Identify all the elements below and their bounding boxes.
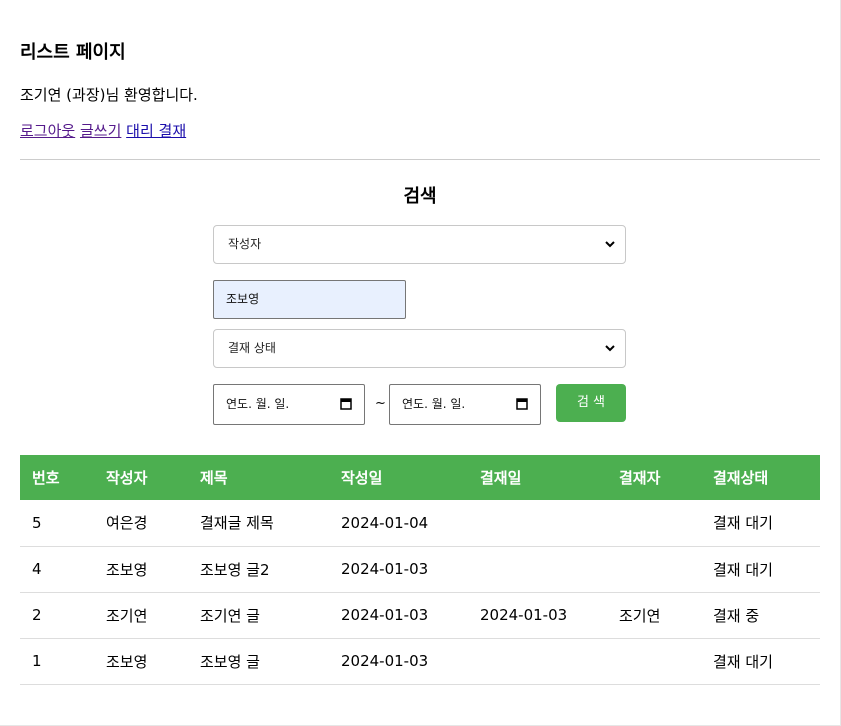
table-row[interactable]: 5 여은경 결재글 제목 2024-01-04 결재 대기 bbox=[20, 500, 820, 547]
page-title: 리스트 페이지 bbox=[20, 42, 126, 63]
cell-subject[interactable]: 조보영 글2 bbox=[188, 546, 329, 593]
status-select[interactable]: 결재 상태 bbox=[213, 329, 626, 368]
calendar-icon[interactable] bbox=[340, 385, 352, 440]
cell-number: 1 bbox=[20, 638, 94, 685]
chevron-down-icon bbox=[605, 226, 615, 278]
write-link[interactable]: 글쓰기 bbox=[80, 122, 121, 140]
welcome-message: 조기연 (과장)님 환영합니다. bbox=[20, 86, 198, 104]
cell-approver bbox=[607, 500, 701, 547]
cell-number: 2 bbox=[20, 592, 94, 639]
cell-approver: 조기연 bbox=[607, 592, 701, 639]
search-field-select[interactable]: 작성자 bbox=[213, 225, 626, 264]
date-from-input[interactable]: 연도. 월. 일. bbox=[213, 384, 365, 425]
cell-approval-date bbox=[468, 546, 607, 593]
search-title: 검색 bbox=[403, 186, 437, 207]
cell-number: 4 bbox=[20, 546, 94, 593]
cell-approval-status: 결재 대기 bbox=[701, 500, 820, 547]
date-to-input[interactable]: 연도. 월. 일. bbox=[389, 384, 541, 425]
chevron-down-icon bbox=[605, 330, 615, 382]
cell-written-date: 2024-01-03 bbox=[329, 592, 468, 639]
table-row[interactable]: 1 조보영 조보영 글 2024-01-03 결재 대기 bbox=[20, 638, 820, 685]
cell-writer: 조기연 bbox=[94, 592, 188, 639]
table-row[interactable]: 2 조기연 조기연 글 2024-01-03 2024-01-03 조기연 결재… bbox=[20, 592, 820, 639]
cell-subject[interactable]: 조보영 글 bbox=[188, 638, 329, 685]
date-range-separator: ~ bbox=[375, 396, 386, 411]
cell-approval-status: 결재 대기 bbox=[701, 546, 820, 593]
cell-approval-status: 결재 대기 bbox=[701, 638, 820, 685]
header-writer: 작성자 bbox=[94, 455, 188, 500]
cell-approval-status: 결재 중 bbox=[701, 592, 820, 639]
cell-written-date: 2024-01-04 bbox=[329, 500, 468, 547]
header-links: 로그아웃 글쓰기 대리 결재 bbox=[20, 120, 186, 141]
cell-writer: 조보영 bbox=[94, 638, 188, 685]
logout-link[interactable]: 로그아웃 bbox=[20, 122, 75, 140]
table-header-row: 번호 작성자 제목 작성일 결재일 결재자 결재상태 bbox=[20, 455, 820, 500]
header-approval-date: 결재일 bbox=[468, 455, 607, 500]
header-approval-status: 결재상태 bbox=[701, 455, 820, 500]
cell-written-date: 2024-01-03 bbox=[329, 546, 468, 593]
search-keyword-input[interactable]: 조보영 bbox=[213, 280, 406, 319]
cell-written-date: 2024-01-03 bbox=[329, 638, 468, 685]
cell-writer: 조보영 bbox=[94, 546, 188, 593]
cell-writer: 여은경 bbox=[94, 500, 188, 547]
header-subject: 제목 bbox=[188, 455, 329, 500]
cell-number: 5 bbox=[20, 500, 94, 547]
cell-approval-date bbox=[468, 638, 607, 685]
calendar-icon[interactable] bbox=[516, 385, 528, 440]
cell-approval-date: 2024-01-03 bbox=[468, 592, 607, 639]
table-row[interactable]: 4 조보영 조보영 글2 2024-01-03 결재 대기 bbox=[20, 546, 820, 593]
search-field-select-value: 작성자 bbox=[228, 237, 262, 251]
header-approver: 결재자 bbox=[607, 455, 701, 500]
cell-approver bbox=[607, 638, 701, 685]
date-to-placeholder: 연도. 월. 일. bbox=[402, 397, 466, 411]
search-button[interactable]: 검 색 bbox=[556, 384, 626, 422]
header-written-date: 작성일 bbox=[329, 455, 468, 500]
cell-subject[interactable]: 조기연 글 bbox=[188, 592, 329, 639]
cell-approver bbox=[607, 546, 701, 593]
status-select-value: 결재 상태 bbox=[228, 341, 276, 355]
cell-approval-date bbox=[468, 500, 607, 547]
proxy-approval-link[interactable]: 대리 결재 bbox=[126, 122, 186, 140]
header-number: 번호 bbox=[20, 455, 94, 500]
divider bbox=[20, 159, 820, 160]
date-from-placeholder: 연도. 월. 일. bbox=[226, 397, 290, 411]
approval-table: 번호 작성자 제목 작성일 결재일 결재자 결재상태 5 여은경 결재글 제목 … bbox=[20, 455, 820, 685]
cell-subject[interactable]: 결재글 제목 bbox=[188, 500, 329, 547]
